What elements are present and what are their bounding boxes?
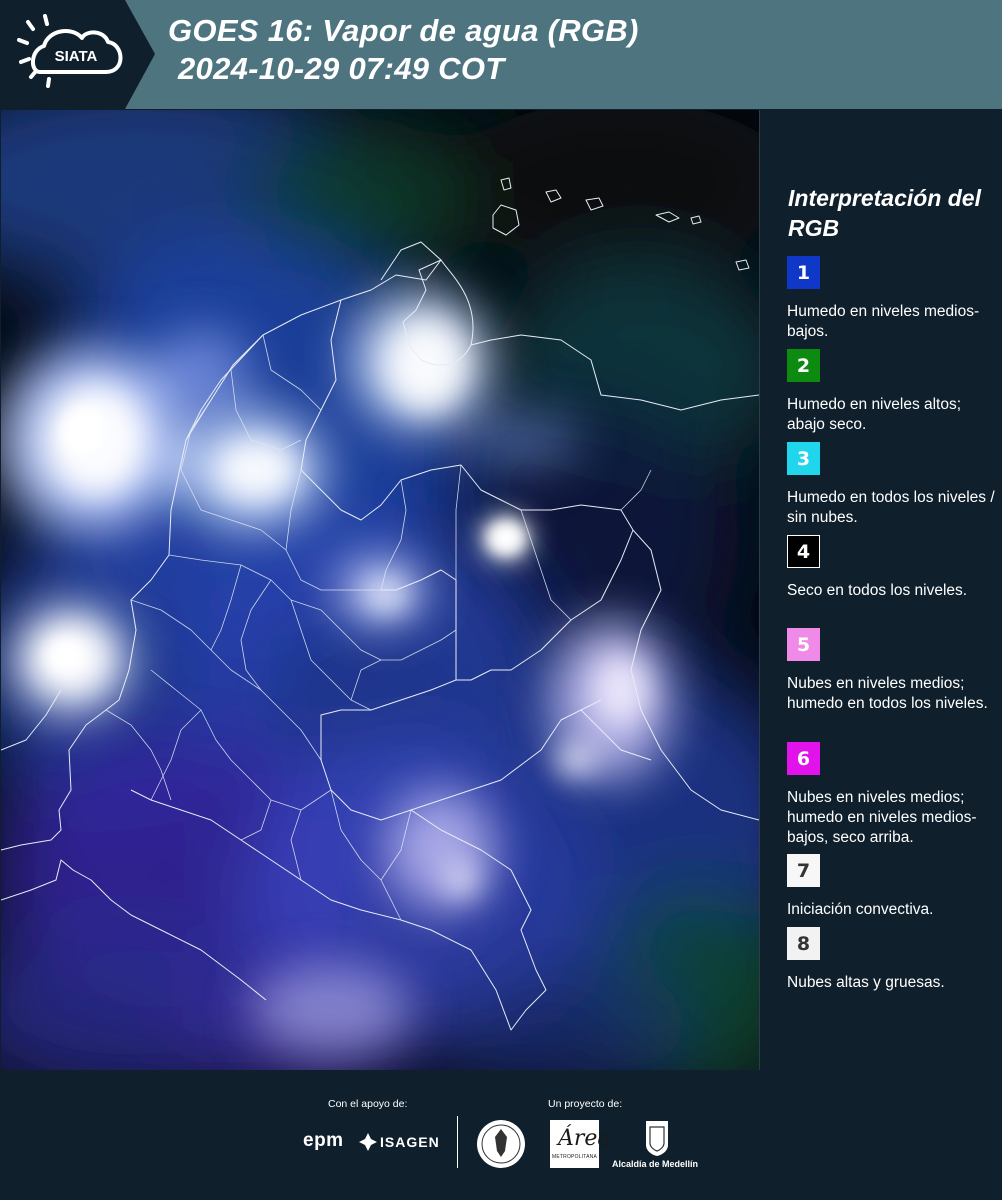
title-product: GOES 16: Vapor de agua (RGB) <box>168 13 639 48</box>
project-label: Un proyecto de: <box>548 1098 623 1110</box>
legend-swatch: 6 <box>787 742 820 775</box>
legend-number: 8 <box>796 932 811 955</box>
medellin-shield-icon <box>646 1121 668 1156</box>
legend-swatch: 3 <box>787 442 820 475</box>
legend-label: Iniciación convectiva. <box>787 901 934 918</box>
legend-number: 4 <box>796 540 811 563</box>
legend-number: 6 <box>796 747 811 770</box>
legend-label: Nubes en niveles medios; humedo en nivel… <box>787 789 977 846</box>
legend-label: Humedo en niveles medios-bajos. <box>787 303 980 340</box>
support-label: Con el apoyo de: <box>328 1098 408 1110</box>
legend-label: Humedo en todos los niveles / sin nubes. <box>787 489 995 526</box>
legend-label: Seco en todos los niveles. <box>787 582 968 599</box>
legend-label: Humedo en niveles altos; abajo seco. <box>787 396 962 433</box>
legend-number: 1 <box>796 261 811 284</box>
legend-number: 7 <box>796 859 811 882</box>
header-bar: SIATA GOES 16: Vapor de agua (RGB) 2024-… <box>0 0 1002 109</box>
isagen-icon <box>359 1133 377 1151</box>
area-logo-mark: Área <box>558 1126 611 1151</box>
satellite-map[interactable] <box>1 110 760 1070</box>
legend-number: 3 <box>796 447 811 470</box>
seal-icon <box>477 1120 525 1168</box>
legend-swatch: 8 <box>787 927 820 960</box>
legend-swatch: 4 <box>787 535 820 568</box>
area-logo-caption: METROPOLITANA <box>552 1154 598 1160</box>
legend-panel: Interpretación del RGB 1 Humedo en nivele… <box>760 110 1002 1070</box>
epm-logo: epm <box>303 1130 344 1151</box>
legend-number: 2 <box>796 354 811 377</box>
legend-label: Nubes altas y gruesas. <box>787 974 945 991</box>
svg-text:SIATA: SIATA <box>55 48 98 65</box>
legend-number: 5 <box>796 633 811 656</box>
legend-swatch: 1 <box>787 256 820 289</box>
legend-item: 5 Nubes en niveles medios; humedo en todo… <box>787 628 997 714</box>
legend-swatch: 5 <box>787 628 820 661</box>
legend-item: 3 Humedo en todos los niveles / sin nubes… <box>787 442 997 528</box>
legend-item: 4 Seco en todos los niveles. <box>787 535 997 601</box>
isagen-logo: ISAGEN <box>380 1134 440 1150</box>
siata-logo: SIATA <box>0 0 155 109</box>
water-vapor-rgb-image <box>1 110 759 1070</box>
footer-divider <box>457 1116 458 1168</box>
legend-item: 7 Iniciación convectiva. <box>787 854 997 920</box>
legend-swatch: 2 <box>787 349 820 382</box>
footer: Con el apoyo de: Un proyecto de: epm ISA… <box>0 1070 1002 1200</box>
legend-swatch: 7 <box>787 854 820 887</box>
legend-item: 6 Nubes en niveles medios; humedo en nive… <box>787 742 997 848</box>
legend-label: Nubes en niveles medios; humedo en todos… <box>787 675 988 712</box>
alcaldia-medellin-label: Alcaldía de Medellín <box>612 1159 699 1169</box>
legend-item: 8 Nubes altas y gruesas. <box>787 927 997 993</box>
legend-item: 2 Humedo en niveles altos; abajo seco. <box>787 349 997 435</box>
legend-title: Interpretación del RGB <box>788 185 981 241</box>
page-title: GOES 16: Vapor de agua (RGB) 2024-10-29 … <box>168 12 639 88</box>
legend-item: 1 Humedo en niveles medios-bajos. <box>787 256 997 342</box>
title-timestamp: 2024-10-29 07:49 COT <box>178 51 505 86</box>
area-metropolitana-logo: Área METROPOLITANA <box>550 1120 611 1168</box>
